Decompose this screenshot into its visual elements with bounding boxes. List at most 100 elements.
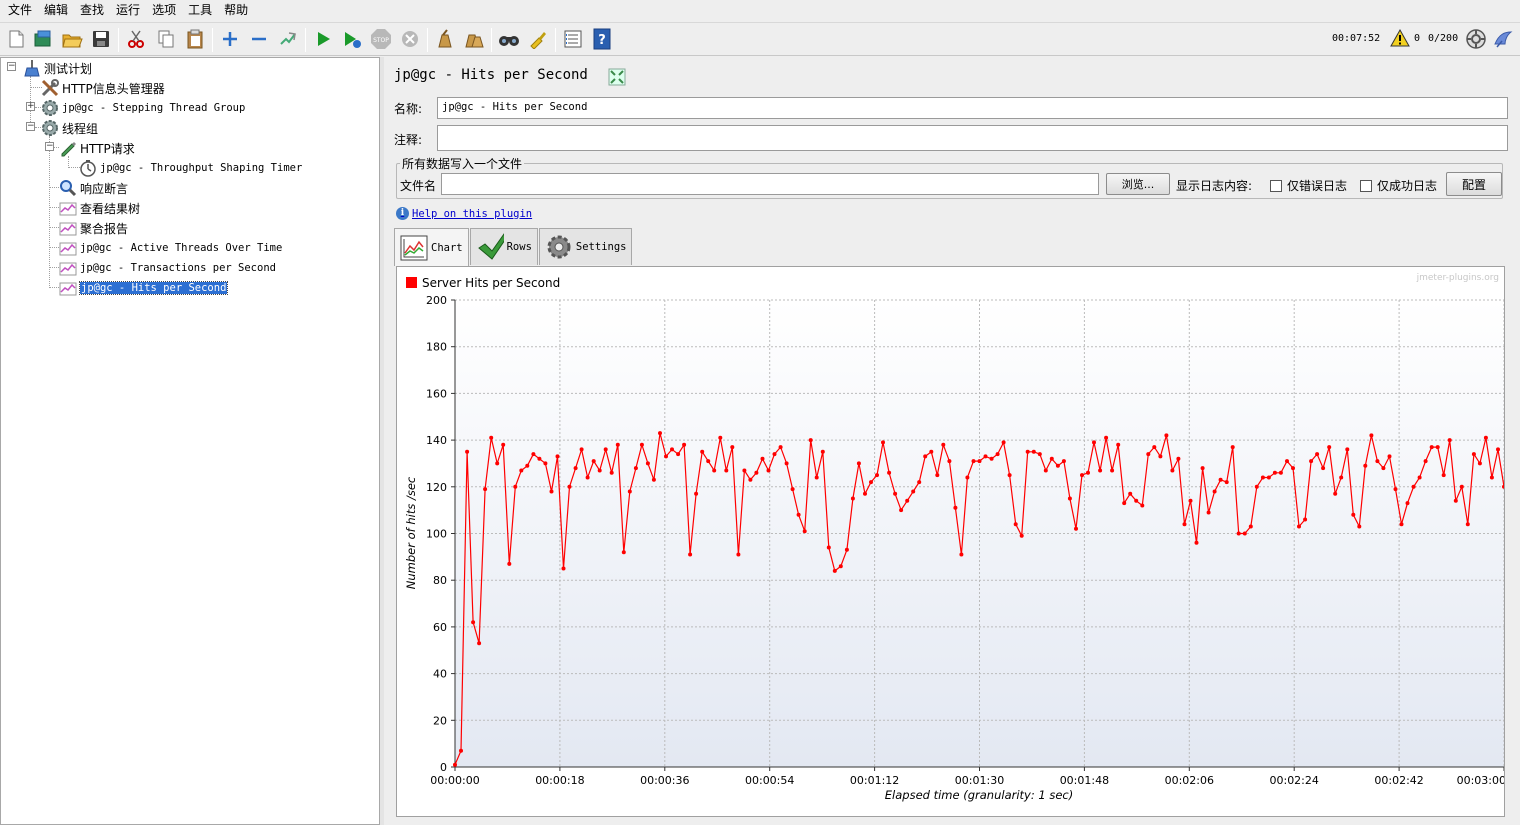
reset-search-icon[interactable] [526, 27, 550, 51]
tree-node-response-assertion[interactable]: 响应断言 [59, 178, 128, 198]
tab-label: Settings [575, 241, 627, 253]
tree-collapse-toggle[interactable]: − [45, 142, 54, 151]
data-point [1266, 475, 1271, 480]
data-point [1339, 475, 1344, 480]
copy-icon[interactable] [154, 27, 178, 51]
name-input[interactable]: jp@gc - Hits per Second [437, 97, 1508, 119]
x-tick-label: 00:00:00 [430, 774, 479, 787]
tree-node-transactions-per-second[interactable]: jp@gc - Transactions per Second [59, 258, 276, 278]
timer-icon [79, 159, 97, 177]
x-tick-label: 00:01:30 [955, 774, 1004, 787]
data-point [1254, 484, 1259, 489]
menu-edit[interactable]: 编辑 [38, 0, 74, 21]
tree-expand-toggle[interactable]: + [26, 102, 35, 111]
data-point [748, 477, 753, 482]
tree-node-stepping-thread-group[interactable]: jp@gc - Stepping Thread Group [41, 98, 245, 118]
hits-per-second-chart[interactable]: jmeter-plugins.org Server Hits per Secon… [396, 266, 1505, 817]
comment-input[interactable] [437, 125, 1508, 151]
test-plan-tree: − + − − 测试计划 HTTP信息头管理器 jp@gc - Stepping… [0, 57, 380, 825]
tree-node-test-plan[interactable]: 测试计划 [23, 58, 92, 78]
tree-node-hits-per-second[interactable]: jp@gc - Hits per Second [59, 278, 229, 298]
data-point [549, 489, 554, 494]
help-plugin-link[interactable]: i Help on this plugin [396, 207, 532, 220]
data-point [1429, 445, 1434, 450]
sampler-pen-icon [59, 139, 77, 157]
menu-help[interactable]: 帮助 [218, 0, 254, 21]
start-icon[interactable] [311, 27, 335, 51]
data-point [1128, 491, 1133, 496]
data-point [995, 452, 1000, 457]
tree-node-active-threads[interactable]: jp@gc - Active Threads Over Time [59, 238, 282, 258]
menu-options[interactable]: 选项 [146, 0, 182, 21]
errors-only-checkbox[interactable]: 仅错误日志 [1270, 177, 1347, 194]
cut-icon[interactable] [124, 27, 148, 51]
clear-all-icon[interactable] [462, 27, 486, 51]
tab-settings[interactable]: Settings [538, 228, 633, 265]
stop-icon[interactable]: STOP [369, 27, 393, 51]
toggle-icon[interactable] [276, 27, 300, 51]
data-point [459, 748, 463, 753]
data-point [682, 442, 687, 447]
clear-icon[interactable] [433, 27, 457, 51]
data-point [489, 435, 494, 440]
tree-collapse-toggle[interactable]: − [7, 62, 16, 71]
data-point [1351, 512, 1356, 517]
browse-button[interactable]: 浏览... [1106, 173, 1170, 195]
configure-button[interactable]: 配置 [1446, 172, 1502, 196]
data-point [465, 449, 470, 454]
data-point [1013, 522, 1018, 527]
data-point [808, 438, 813, 443]
y-tick-label: 120 [426, 481, 447, 494]
tree-node-aggregate-report[interactable]: 聚合报告 [59, 218, 128, 238]
thread-count: 0/200 [1428, 33, 1459, 44]
menu-file[interactable]: 文件 [2, 0, 38, 21]
expand-icon[interactable] [218, 27, 242, 51]
menu-run[interactable]: 运行 [110, 0, 146, 21]
help-icon[interactable]: ? [590, 27, 614, 51]
tree-node-header-manager[interactable]: HTTP信息头管理器 [41, 78, 165, 98]
data-point [983, 454, 988, 459]
listener-graph-icon [59, 279, 77, 297]
data-point [603, 447, 608, 452]
run-status: 00:07:52 0 0/200 [1320, 23, 1520, 57]
data-point [1200, 466, 1205, 471]
log-viewer-icon[interactable] [1492, 29, 1514, 52]
checkbox-box[interactable] [1270, 179, 1282, 192]
data-point [1218, 477, 1223, 482]
data-point [899, 508, 904, 513]
paste-icon[interactable] [183, 27, 207, 51]
menu-search[interactable]: 查找 [74, 0, 110, 21]
function-helper-icon[interactable] [561, 27, 585, 51]
tree-node-view-results-tree[interactable]: 查看结果树 [59, 198, 140, 218]
templates-icon[interactable] [31, 27, 55, 51]
tree-collapse-toggle[interactable]: − [26, 122, 35, 131]
element-config-panel: jp@gc - Hits per Second 名称: jp@gc - Hits… [384, 57, 1520, 825]
tab-chart[interactable]: Chart [394, 228, 469, 266]
tree-node-thread-group[interactable]: 线程组 [41, 118, 98, 138]
checkmark-icon [476, 233, 504, 261]
data-point [519, 468, 524, 473]
new-icon[interactable] [4, 27, 28, 51]
start-no-pause-icon[interactable] [340, 27, 364, 51]
tree-node-http-request[interactable]: HTTP请求 [59, 138, 135, 158]
help-link-text[interactable]: Help on this plugin [412, 208, 532, 220]
warning-icon[interactable] [1390, 28, 1410, 50]
y-tick-label: 0 [440, 761, 447, 774]
save-icon[interactable] [89, 27, 113, 51]
tab-rows[interactable]: Rows [469, 228, 538, 265]
maximize-icon[interactable] [608, 68, 626, 89]
tree-node-throughput-shaping-timer[interactable]: jp@gc - Throughput Shaping Timer [79, 158, 302, 178]
collapse-icon[interactable] [247, 27, 271, 51]
data-point [1435, 445, 1440, 450]
data-point [784, 461, 789, 466]
shutdown-icon[interactable] [398, 27, 422, 51]
menu-tools[interactable]: 工具 [182, 0, 218, 21]
checkbox-box[interactable] [1360, 179, 1372, 192]
success-only-checkbox[interactable]: 仅成功日志 [1360, 177, 1437, 194]
open-icon[interactable] [60, 27, 84, 51]
search-icon[interactable] [497, 27, 521, 51]
data-point [760, 456, 765, 461]
filename-input[interactable] [441, 173, 1099, 195]
data-point [1272, 470, 1277, 475]
data-point [1092, 440, 1096, 445]
